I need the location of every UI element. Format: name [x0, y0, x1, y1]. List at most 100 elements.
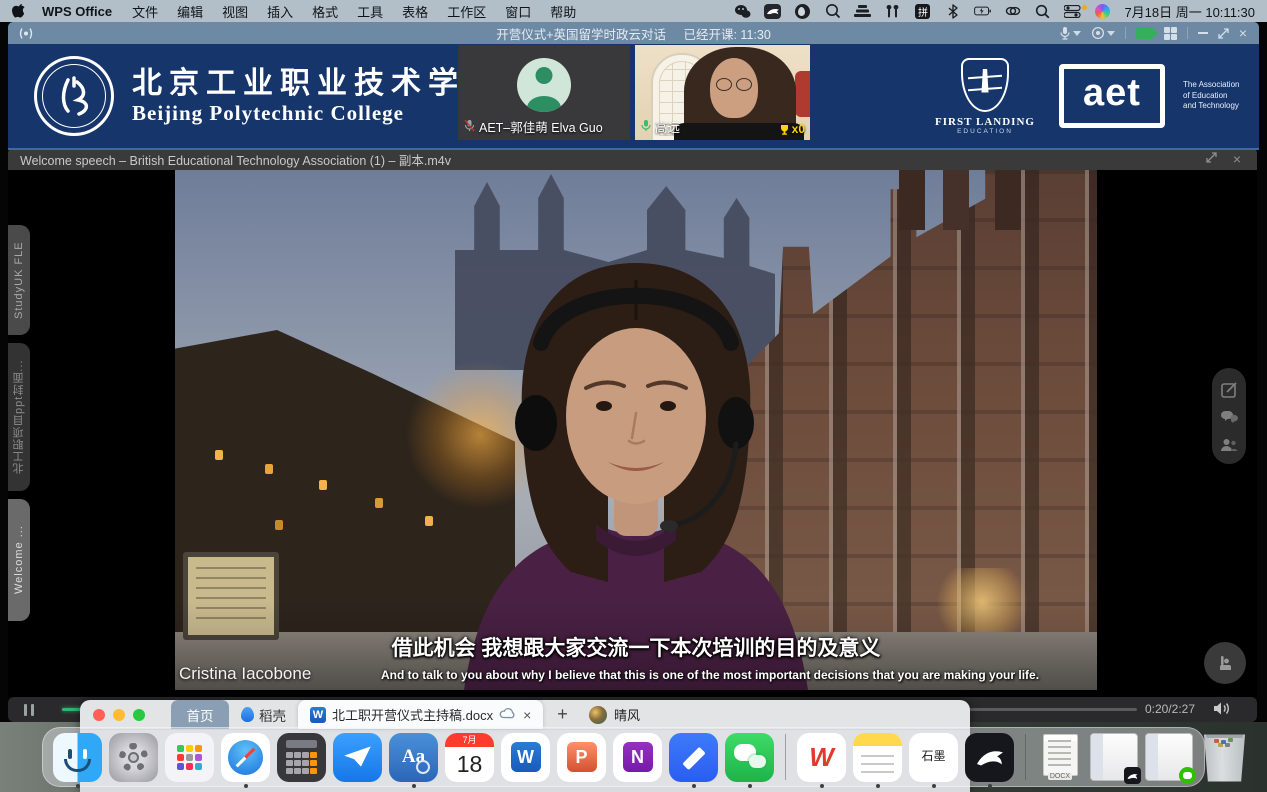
tab-home[interactable]: 首页	[171, 700, 229, 729]
subtitle-english: And to talk to you about why I believe t…	[325, 668, 1095, 682]
subtitle-chinese: 借此机会 我想跟大家交流一下本次培训的目的及意义	[175, 632, 1097, 662]
dock-shimo-icon[interactable]: 石墨	[909, 733, 958, 782]
control-center-icon[interactable]	[1064, 3, 1081, 20]
dock-minimized-document[interactable]: DOCX	[1037, 734, 1083, 780]
pause-button[interactable]	[24, 704, 34, 716]
menu-format[interactable]: 格式	[312, 2, 338, 21]
menu-insert[interactable]: 插入	[267, 2, 293, 21]
dock-docs-editor-icon[interactable]	[669, 733, 718, 782]
apple-menu-icon[interactable]	[12, 3, 26, 19]
annotate-icon[interactable]	[1221, 381, 1238, 398]
dock-powerpoint-icon[interactable]: P	[557, 733, 606, 782]
dock-dictionary-icon[interactable]: Aa	[389, 733, 438, 782]
wechat-status-icon[interactable]	[734, 3, 751, 20]
dock-wps-office-icon[interactable]: W	[797, 733, 846, 782]
meeting-window-titlebar: 开营仪式+英国留学时政云对话 已经开课: 11:30 ×	[8, 22, 1259, 44]
dock-dingtalk-icon[interactable]	[333, 733, 382, 782]
user-avatar[interactable]	[589, 706, 607, 724]
dock-safari-icon[interactable]	[221, 733, 270, 782]
menu-file[interactable]: 文件	[132, 2, 158, 21]
camera-dropdown-button[interactable]	[1091, 26, 1115, 40]
dock-tencent-meeting-icon[interactable]	[965, 733, 1014, 782]
dock: Aa 7月 18 W P N W 石墨 DOCX	[42, 727, 1205, 787]
user-name[interactable]: 晴风	[614, 705, 640, 724]
side-tab-studyuk[interactable]: StudyUK FLE	[8, 225, 30, 335]
wechat-badge-icon	[1179, 767, 1196, 784]
titlebar-divider	[1125, 27, 1126, 39]
dock-calculator-icon[interactable]	[277, 733, 326, 782]
active-app-name[interactable]: WPS Office	[42, 4, 112, 19]
video-on-icon[interactable]	[1136, 27, 1154, 39]
participant-tile-elva[interactable]: AET–郭佳萌 Elva Guo	[458, 45, 630, 140]
dock-notes-icon[interactable]	[853, 733, 902, 782]
menu-workspace[interactable]: 工作区	[447, 2, 486, 21]
airpods-status-icon[interactable]	[884, 3, 901, 20]
tab-docer[interactable]: 稻壳	[229, 700, 298, 729]
player-close-button[interactable]: ×	[1233, 151, 1241, 167]
close-tab-icon[interactable]: ×	[523, 707, 531, 723]
meeting-banner: 北京工业职业技术学院 Beijing Polytechnic College A…	[8, 44, 1259, 150]
menu-bar-clock[interactable]: 7月18日 周一 10:11:30	[1124, 2, 1255, 21]
screen: WPS Office 文件 编辑 视图 插入 格式 工具 表格 工作区 窗口 帮…	[0, 0, 1267, 792]
dock-wechat-icon[interactable]	[725, 733, 774, 782]
trophy-icon	[779, 124, 790, 135]
menu-table[interactable]: 表格	[402, 2, 428, 21]
wps-tab-strip: 首页 稻壳 W 北工职开营仪式主持稿.docx × + 晴风	[80, 700, 970, 729]
cloud-sync-icon	[499, 707, 515, 722]
dock-finder-icon[interactable]	[53, 733, 102, 782]
participants-icon[interactable]	[1220, 438, 1238, 452]
dock-calendar-icon[interactable]: 7月 18	[445, 733, 494, 782]
stack-status-icon[interactable]	[854, 3, 871, 20]
dock-launchpad-icon[interactable]	[165, 733, 214, 782]
meeting-expand-button[interactable]	[1218, 28, 1229, 39]
menu-help[interactable]: 帮助	[550, 2, 576, 21]
link-icon[interactable]	[1004, 3, 1021, 20]
volume-icon[interactable]	[1213, 701, 1231, 721]
participant-name: AET–郭佳萌 Elva Guo	[479, 117, 603, 136]
meeting-close-button[interactable]: ×	[1239, 26, 1247, 40]
player-time: 0:20/2:27	[1145, 702, 1195, 716]
first-landing-logo: FIRST LANDING EDUCATION	[929, 58, 1041, 135]
close-traffic-light[interactable]	[93, 709, 105, 721]
dock-word-icon[interactable]: W	[501, 733, 550, 782]
microphone-dropdown-button[interactable]	[1059, 26, 1081, 40]
tab-document[interactable]: W 北工职开营仪式主持稿.docx ×	[298, 700, 543, 729]
video-frame[interactable]: 借此机会 我想跟大家交流一下本次培训的目的及意义 Cristina Iacobo…	[175, 170, 1097, 690]
meeting-minimize-button[interactable]	[1198, 32, 1208, 34]
browser-status-icon[interactable]	[794, 3, 811, 20]
pinyin-input-icon[interactable]: 拼	[914, 3, 931, 20]
menu-window[interactable]: 窗口	[505, 2, 531, 21]
score-badge: x0	[779, 122, 805, 136]
layout-grid-button[interactable]	[1164, 27, 1177, 40]
dock-onenote-icon[interactable]: N	[613, 733, 662, 782]
dock-minimized-window-meeting[interactable]	[1090, 733, 1138, 781]
bluetooth-icon[interactable]	[944, 3, 961, 20]
zoom-search-status-icon[interactable]	[824, 3, 841, 20]
side-tab-ppt-cover[interactable]: 北工职项目ppt封面...	[8, 343, 30, 491]
menu-view[interactable]: 视图	[222, 2, 248, 21]
siri-icon[interactable]	[1094, 3, 1111, 20]
tencent-meeting-status-icon[interactable]	[764, 3, 781, 20]
side-tab-welcome[interactable]: Welcome ...	[8, 499, 30, 621]
chat-icon[interactable]	[1220, 410, 1239, 425]
spotlight-search-icon[interactable]	[1034, 3, 1051, 20]
zoom-traffic-light[interactable]	[133, 709, 145, 721]
dock-minimized-window-wechat[interactable]	[1145, 733, 1193, 781]
dock-divider	[1025, 734, 1026, 780]
notification-dot	[1082, 5, 1087, 10]
meeting-side-toolbar	[1212, 368, 1246, 464]
menu-tools[interactable]: 工具	[357, 2, 383, 21]
player-window-titlebar: Welcome speech – British Educational Tec…	[8, 148, 1257, 170]
participant-tile-gaoyuan[interactable]: 高远 x0	[635, 45, 810, 140]
dock-system-settings-icon[interactable]	[109, 733, 158, 782]
dock-trash-icon[interactable]	[1200, 733, 1249, 782]
college-name-en: Beijing Polytechnic College	[132, 101, 502, 125]
video-player-area: StudyUK FLE 北工职项目ppt封面... Welcome ...	[8, 170, 1257, 697]
live-broadcast-icon	[16, 27, 36, 40]
raise-hand-button[interactable]	[1204, 642, 1246, 684]
minimize-traffic-light[interactable]	[113, 709, 125, 721]
menu-edit[interactable]: 编辑	[177, 2, 203, 21]
new-tab-button[interactable]: +	[557, 704, 568, 725]
player-expand-button[interactable]	[1206, 152, 1217, 166]
battery-icon[interactable]	[974, 3, 991, 20]
